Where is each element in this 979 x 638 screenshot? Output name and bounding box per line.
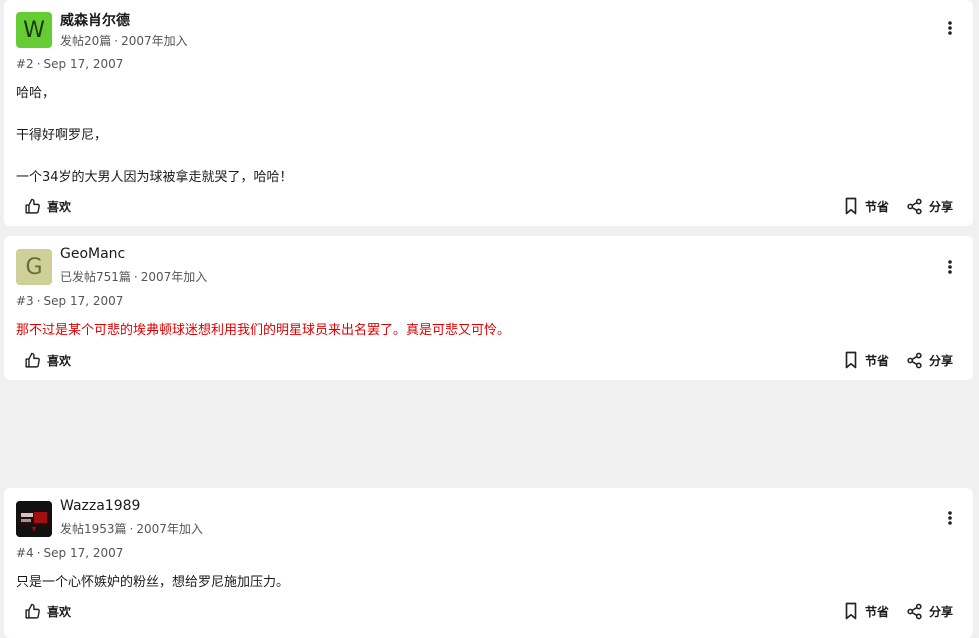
post-content: 哈哈， 干得好啊罗尼， 一个34岁的大男人因为球被拿走就哭了，哈哈！	[16, 83, 293, 188]
post-number[interactable]: #2	[16, 57, 34, 71]
avatar-image	[16, 501, 52, 537]
like-button[interactable]: 喜欢	[24, 348, 71, 372]
share-button[interactable]: 分享	[906, 599, 953, 623]
post-actions: 喜欢 节省 分享	[4, 194, 973, 218]
join-date: 2007年加入	[140, 270, 208, 284]
post-count: 发帖20篇	[60, 34, 112, 48]
content-line: 干得好啊罗尼，	[16, 128, 108, 143]
share-icon	[907, 603, 922, 619]
separator: ·	[36, 57, 41, 71]
content-line: 一个34岁的大男人因为球被拿走就哭了，哈哈！	[16, 170, 293, 185]
post-number-date: #2 · Sep 17, 2007	[16, 57, 123, 71]
separator: ·	[36, 294, 41, 308]
like-label: 喜欢	[47, 199, 72, 214]
save-button[interactable]: 节省	[843, 599, 889, 623]
content-line: 只是一个心怀嫉妒的粉丝，想给罗尼施加压力。	[16, 575, 290, 590]
post-count: 发帖1953篇	[60, 522, 127, 536]
avatar[interactable]: G	[16, 249, 52, 285]
save-button[interactable]: 节省	[843, 194, 889, 218]
post-content: 那不过是某个可悲的埃弗顿球迷想利用我们的明星球员来出名罢了。真是可悲又可怜。	[16, 320, 510, 341]
post-actions: 喜欢 节省 分享	[4, 599, 973, 623]
bookmark-icon	[845, 197, 857, 215]
share-button[interactable]: 分享	[906, 194, 953, 218]
like-button[interactable]: 喜欢	[24, 599, 71, 623]
like-label: 喜欢	[47, 604, 72, 619]
save-label: 节省	[864, 604, 889, 619]
like-label: 喜欢	[47, 353, 72, 368]
separator: ·	[114, 34, 119, 48]
more-options-icon[interactable]	[947, 510, 953, 526]
user-meta: 发帖20篇 · 2007年加入	[60, 32, 188, 49]
share-label: 分享	[928, 199, 953, 214]
username[interactable]: Wazza1989	[60, 498, 140, 514]
username[interactable]: GeoManc	[60, 246, 125, 262]
save-label: 节省	[864, 353, 889, 368]
share-icon	[907, 198, 922, 214]
more-options-icon[interactable]	[947, 20, 953, 36]
user-meta: 发帖1953篇 · 2007年加入	[60, 520, 203, 537]
save-button[interactable]: 节省	[843, 348, 889, 372]
post-number-date: #3 · Sep 17, 2007	[16, 294, 123, 308]
username[interactable]: 威森肖尔德	[60, 10, 130, 30]
thumbs-up-icon	[25, 352, 40, 368]
post-date: Sep 17, 2007	[43, 57, 124, 71]
share-icon	[907, 352, 922, 368]
content-line	[16, 146, 293, 167]
post-content: 只是一个心怀嫉妒的粉丝，想给罗尼施加压力。	[16, 572, 289, 593]
join-date: 2007年加入	[136, 522, 203, 536]
post-date: Sep 17, 2007	[43, 546, 124, 560]
share-button[interactable]: 分享	[906, 348, 953, 372]
join-date: 2007年加入	[121, 34, 188, 48]
separator: ·	[129, 522, 134, 536]
like-button[interactable]: 喜欢	[24, 194, 71, 218]
post-number[interactable]: #3	[16, 294, 34, 308]
user-meta: 已发帖751篇 · 2007年加入	[60, 268, 207, 285]
separator: ·	[36, 546, 41, 560]
post-4: Wazza1989 发帖1953篇 · 2007年加入 #4 · Sep 17, 200…	[4, 488, 973, 638]
bookmark-icon	[845, 602, 857, 620]
content-line: 那不过是某个可悲的埃弗顿球迷想利用我们的明星球员来出名罢了。真是可悲又可怜。	[16, 323, 511, 338]
thumbs-up-icon	[25, 198, 40, 214]
share-label: 分享	[928, 353, 953, 368]
save-label: 节省	[864, 199, 889, 214]
post-count: 已发帖751篇	[60, 270, 131, 284]
avatar[interactable]: W	[16, 12, 52, 48]
separator: ·	[133, 270, 138, 284]
thumbs-up-icon	[25, 603, 40, 619]
content-line: 哈哈，	[16, 86, 56, 101]
post-number-date: #4 · Sep 17, 2007	[16, 546, 123, 560]
post-3: G GeoManc 已发帖751篇 · 2007年加入 #3 · Sep 17, 200…	[4, 236, 973, 380]
more-options-icon[interactable]	[947, 259, 953, 275]
bookmark-icon	[845, 351, 857, 369]
share-label: 分享	[928, 604, 953, 619]
avatar[interactable]	[16, 501, 52, 537]
post-date: Sep 17, 2007	[43, 294, 124, 308]
content-line	[16, 104, 293, 125]
post-actions: 喜欢 节省 分享	[4, 348, 973, 372]
post-number[interactable]: #4	[16, 546, 34, 560]
post-2: W 威森肖尔德 发帖20篇 · 2007年加入 #2 · Sep 17, 2007 哈哈…	[4, 0, 973, 226]
